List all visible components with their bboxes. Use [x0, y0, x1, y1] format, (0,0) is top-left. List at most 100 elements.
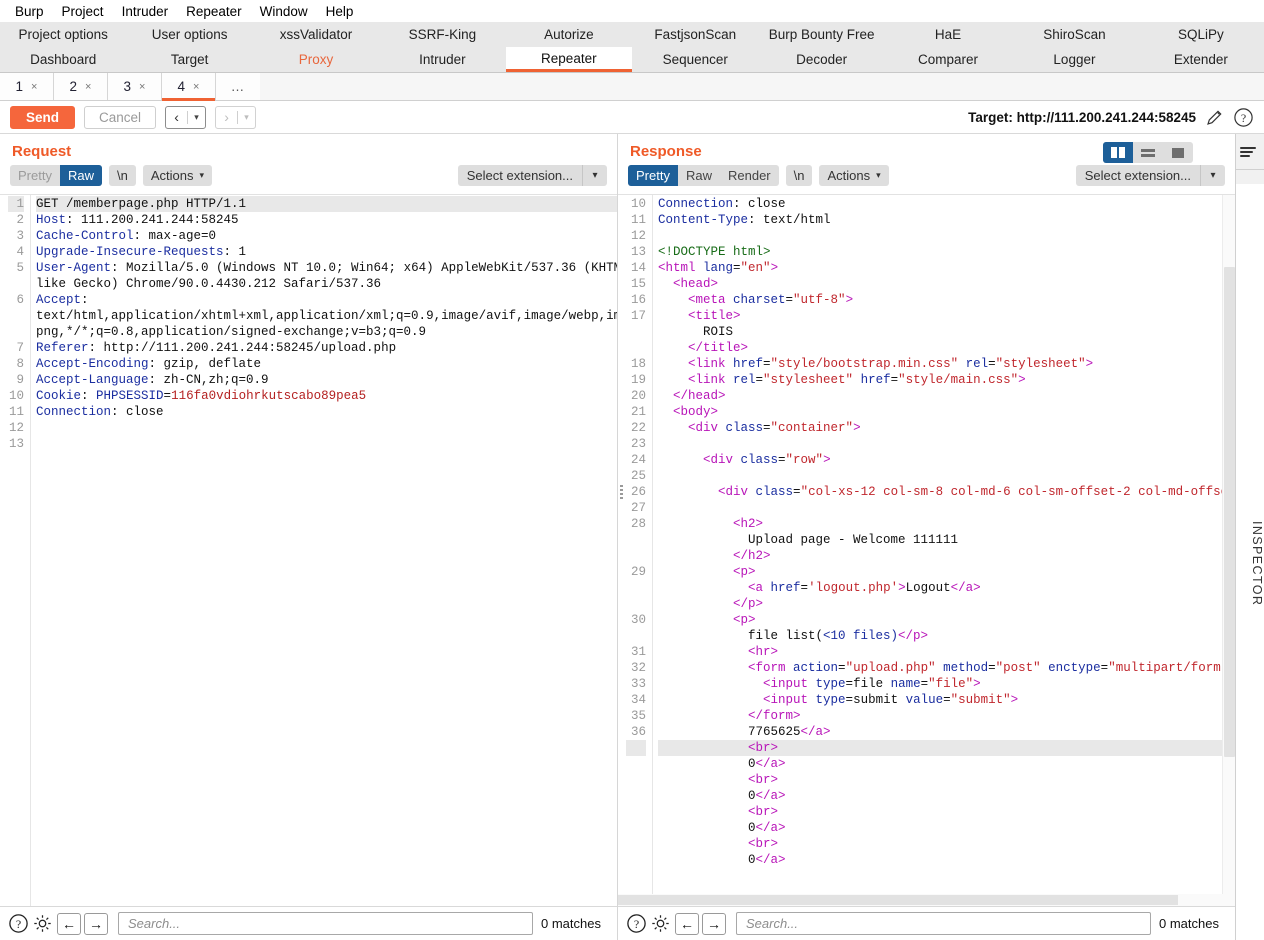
scrollbar-thumb[interactable]: [1224, 267, 1235, 757]
menu-item-burp[interactable]: Burp: [6, 2, 53, 21]
request-select-extension[interactable]: Select extension... ▾: [457, 165, 607, 186]
repeater-tab-more[interactable]: …: [216, 73, 260, 100]
search-input[interactable]: [126, 915, 526, 932]
pencil-icon[interactable]: [1205, 108, 1224, 127]
tab-target[interactable]: Target: [126, 47, 252, 72]
code-token: method: [943, 661, 989, 675]
code-token: </head>: [658, 389, 726, 403]
menu-item-window[interactable]: Window: [251, 2, 317, 21]
extension-tab-sqlipy[interactable]: SQLiPy: [1138, 22, 1264, 47]
extension-tab-project-options[interactable]: Project options: [0, 22, 126, 47]
extension-tab-autorize[interactable]: Autorize: [506, 22, 632, 47]
response-view-pretty[interactable]: Pretty: [628, 165, 678, 186]
inspector-panel[interactable]: INSPECTOR: [1235, 134, 1264, 940]
code-token: : max-age=0: [133, 229, 217, 243]
extension-tab-xssvalidator[interactable]: xssValidator: [253, 22, 379, 47]
code-line: Upgrade-Insecure-Requests: 1: [36, 244, 617, 260]
response-editor[interactable]: 10 11 12 13 14 15 16 17 18 19 20 21 22 23 24 25 26 27 28 29…: [618, 194, 1235, 906]
request-actions-button[interactable]: Actions ▾: [142, 165, 212, 186]
single-pane-layout-button[interactable]: [1163, 142, 1193, 163]
send-button[interactable]: Send: [10, 105, 76, 129]
extension-tab-burp-bounty-free[interactable]: Burp Bounty Free: [758, 22, 884, 47]
tab-proxy[interactable]: Proxy: [253, 47, 379, 72]
response-view-raw[interactable]: Raw: [678, 165, 720, 186]
request-newline-toggle[interactable]: \n: [108, 165, 136, 186]
code-token: =: [763, 421, 771, 435]
close-icon[interactable]: ×: [139, 81, 145, 93]
code-line: <!DOCTYPE html>: [658, 244, 1235, 260]
line-number: [626, 804, 646, 820]
tab-repeater[interactable]: Repeater: [505, 47, 633, 72]
response-newline-toggle[interactable]: \n: [785, 165, 813, 186]
side-by-side-layout-button[interactable]: [1103, 142, 1133, 163]
menu-item-help[interactable]: Help: [317, 2, 363, 21]
stacked-layout-button[interactable]: [1133, 142, 1163, 163]
tab-comparer[interactable]: Comparer: [885, 47, 1011, 72]
code-line: User-Agent: Mozilla/5.0 (Windows NT 10.0…: [36, 260, 617, 276]
help-icon[interactable]: ?: [1233, 107, 1254, 128]
repeater-tab-2[interactable]: 2 ×: [54, 73, 108, 100]
code-token: <br>: [658, 805, 779, 819]
request-search-box[interactable]: [118, 912, 534, 935]
code-token: =: [778, 453, 786, 467]
code-line: <hr>: [658, 644, 1235, 660]
response-code[interactable]: Connection: close Content-Type: text/html…: [652, 195, 1235, 906]
question-icon[interactable]: ?: [6, 912, 30, 936]
tab-extender[interactable]: Extender: [1138, 47, 1264, 72]
forward-button[interactable]: › ▾: [215, 105, 257, 129]
code-token: : zh-CN,zh;q=0.9: [148, 373, 269, 387]
gear-icon[interactable]: [648, 912, 672, 936]
code-token: <div: [658, 453, 741, 467]
back-button[interactable]: ‹ ▾: [165, 105, 207, 129]
question-icon[interactable]: ?: [624, 912, 648, 936]
repeater-tab-label: 4: [177, 79, 186, 94]
extension-tab-user-options[interactable]: User options: [126, 22, 252, 47]
line-number: 19: [630, 373, 646, 387]
cancel-button[interactable]: Cancel: [84, 105, 157, 129]
repeater-tab-4[interactable]: 4 ×: [162, 73, 216, 101]
extension-tab-shiroscan[interactable]: ShiroScan: [1011, 22, 1137, 47]
tab-decoder[interactable]: Decoder: [758, 47, 884, 72]
response-select-extension[interactable]: Select extension... ▾: [1075, 165, 1225, 186]
code-token: <head>: [658, 277, 719, 291]
extension-tab-ssrf-king[interactable]: SSRF-King: [379, 22, 505, 47]
search-next-button[interactable]: →: [702, 912, 726, 935]
fold-marker[interactable]: [620, 485, 623, 499]
request-code[interactable]: GET /memberpage.php HTTP/1.1 Host: 111.20…: [30, 195, 617, 906]
response-view-render[interactable]: Render: [720, 165, 779, 186]
tab-sequencer[interactable]: Sequencer: [632, 47, 758, 72]
scrollbar-thumb[interactable]: [618, 895, 1178, 905]
search-prev-button[interactable]: ←: [57, 912, 81, 935]
response-search-box[interactable]: [736, 912, 1152, 935]
request-view-pretty[interactable]: Pretty: [10, 165, 60, 186]
request-editor[interactable]: 1 2 3 4 5 6 7 8 9 10 11 12 13 GET /memberpage.php HT…: [0, 194, 617, 906]
search-prev-button[interactable]: ←: [675, 912, 699, 935]
code-line: <br>: [658, 772, 1235, 788]
tab-logger[interactable]: Logger: [1011, 47, 1137, 72]
code-token: =: [988, 357, 996, 371]
hamburger-icon[interactable]: [1240, 143, 1260, 161]
tab-intruder[interactable]: Intruder: [379, 47, 505, 72]
close-icon[interactable]: ×: [193, 81, 199, 93]
close-icon[interactable]: ×: [31, 81, 37, 93]
menu-item-intruder[interactable]: Intruder: [113, 2, 178, 21]
response-actions-button[interactable]: Actions ▾: [819, 165, 889, 186]
menu-item-project[interactable]: Project: [53, 2, 113, 21]
search-next-button[interactable]: →: [84, 912, 108, 935]
tab-dashboard[interactable]: Dashboard: [0, 47, 126, 72]
request-view-raw[interactable]: Raw: [59, 165, 102, 186]
extension-tab-hae[interactable]: HaE: [885, 22, 1011, 47]
extension-tab-fastjsonscan[interactable]: FastjsonScan: [632, 22, 758, 47]
response-vertical-scrollbar[interactable]: [1222, 195, 1235, 906]
search-input[interactable]: [744, 915, 1144, 932]
gear-icon[interactable]: [30, 912, 54, 936]
close-icon[interactable]: ×: [85, 81, 91, 93]
repeater-tab-3[interactable]: 3 ×: [108, 73, 162, 100]
repeater-tab-1[interactable]: 1 ×: [0, 73, 54, 100]
menu-item-repeater[interactable]: Repeater: [177, 2, 251, 21]
code-token: <body>: [658, 405, 719, 419]
code-token: <html: [658, 261, 704, 275]
response-horizontal-scrollbar[interactable]: [618, 894, 1235, 906]
